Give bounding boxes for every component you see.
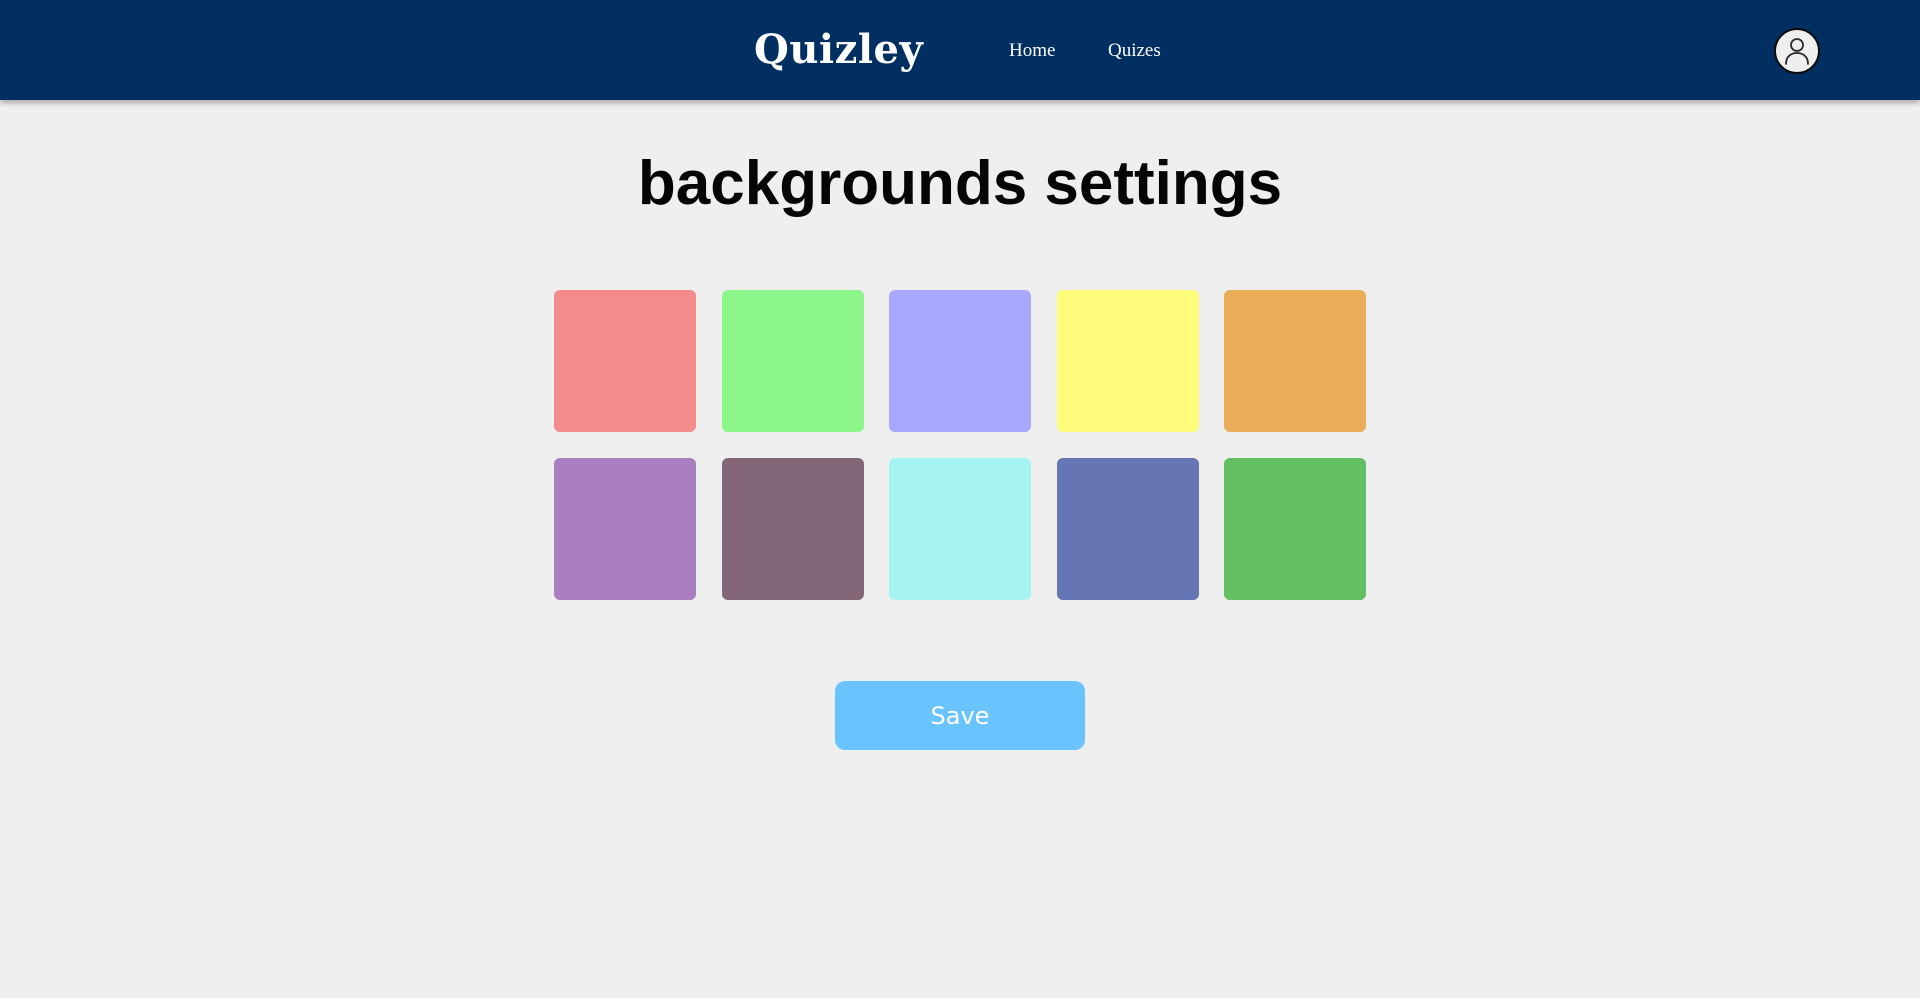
color-swatch-3[interactable] <box>889 290 1031 432</box>
top-navigation-bar: Quizley Home Quizes <box>0 0 1920 100</box>
color-swatch-9[interactable] <box>1056 458 1199 600</box>
color-swatch-7[interactable] <box>721 458 864 600</box>
color-swatch-2[interactable] <box>721 290 864 432</box>
brand-logo[interactable]: Quizley <box>754 24 923 76</box>
color-swatch-1[interactable] <box>554 290 696 432</box>
user-icon <box>1785 38 1809 65</box>
color-swatch-10[interactable] <box>1224 458 1366 600</box>
color-swatch-8[interactable] <box>889 458 1031 600</box>
color-swatch-6[interactable] <box>554 458 696 600</box>
save-button[interactable]: Save <box>835 681 1085 750</box>
nav-link-home[interactable]: Home <box>1009 38 1055 64</box>
color-swatch-5[interactable] <box>1224 290 1366 432</box>
profile-avatar-button[interactable] <box>1774 28 1820 74</box>
page-title: backgrounds settings <box>637 149 1283 218</box>
nav-link-quizes[interactable]: Quizes <box>1108 38 1161 64</box>
color-swatch-4[interactable] <box>1056 290 1199 432</box>
background-color-swatches <box>554 290 1366 600</box>
